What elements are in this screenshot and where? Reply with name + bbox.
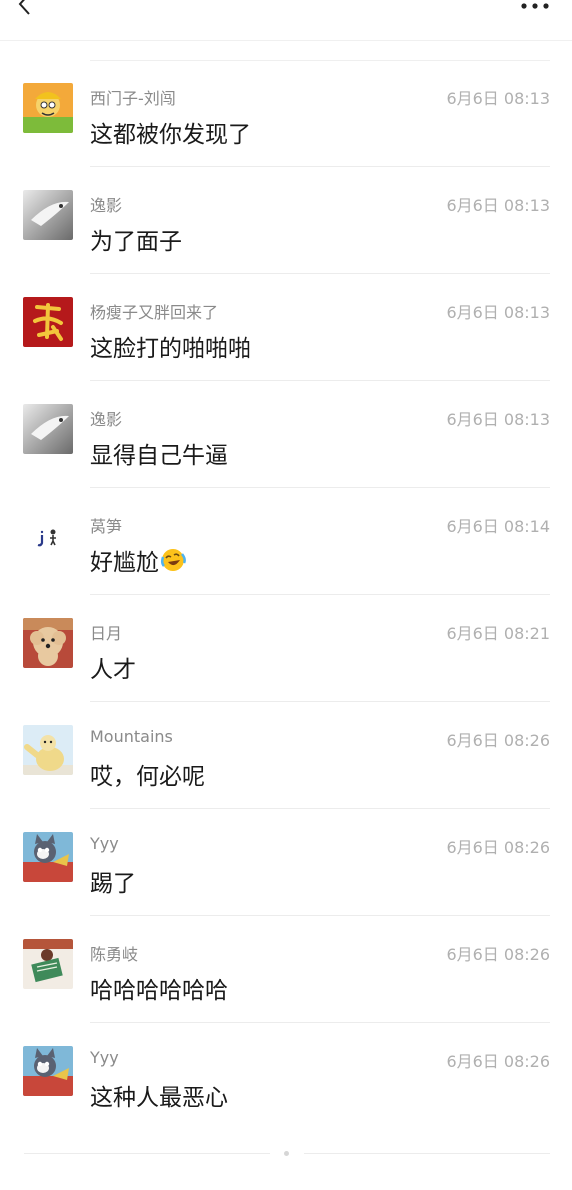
comment-text: 显得自己牛逼 — [90, 436, 228, 470]
comment-text-content: 显得自己牛逼 — [90, 443, 228, 469]
comment-time: 6月6日 08:13 — [446, 303, 550, 322]
red-calligraphy-avatar[interactable] — [23, 297, 73, 347]
comment-text-content: 人才 — [90, 657, 136, 683]
comment-item[interactable]: 日月 6月6日 08:21 人才 — [0, 595, 572, 702]
comment-text-content: 为了面子 — [90, 229, 182, 255]
comment-text-content: 踢了 — [90, 871, 136, 897]
commenter-name[interactable]: 西门子-刘闯 — [90, 85, 176, 109]
tom-cat-avatar[interactable] — [23, 832, 73, 882]
comment-text: 哈哈哈哈哈哈 — [90, 971, 228, 1005]
end-divider — [304, 1153, 550, 1154]
comment-text-content: 哈哈哈哈哈哈 — [90, 978, 228, 1004]
comment-text: 这都被你发现了 — [90, 115, 251, 149]
comment-item[interactable]: 西门子-刘闯 6月6日 08:13 这都被你发现了 — [0, 60, 572, 167]
commenter-name[interactable]: 莴笋 — [90, 513, 122, 537]
comment-item[interactable]: Mountains 6月6日 08:26 哎，何必呢 — [0, 702, 572, 809]
commenter-name[interactable]: 逸影 — [90, 406, 122, 430]
comment-item[interactable]: 莴笋 6月6日 08:14 好尴尬 — [0, 488, 572, 595]
comment-text: 好尴尬 — [90, 543, 186, 577]
comment-time: 6月6日 08:14 — [446, 517, 550, 536]
comment-text: 人才 — [90, 650, 136, 684]
comment-time: 6月6日 08:13 — [446, 196, 550, 215]
polar-bear-avatar[interactable] — [23, 725, 73, 775]
comment-item[interactable]: 逸影 6月6日 08:13 显得自己牛逼 — [0, 381, 572, 488]
comment-text-content: 好尴尬 — [90, 550, 159, 576]
comment-list: 西门子-刘闯 6月6日 08:13 这都被你发现了 逸影 6月6日 08:13 … — [0, 60, 572, 1130]
comment-text-content: 这都被你发现了 — [90, 122, 251, 148]
end-divider — [24, 1153, 270, 1154]
comment-text-content: 哎，何必呢 — [90, 764, 205, 790]
commenter-name[interactable]: 陈勇岐 — [90, 941, 138, 965]
gray-bird-avatar[interactable] — [23, 404, 73, 454]
comment-time: 6月6日 08:21 — [446, 624, 550, 643]
comment-item[interactable]: 杨瘦子又胖回来了 6月6日 08:13 这脸打的啪啪啪 — [0, 274, 572, 381]
chevron-left-icon[interactable] — [14, 0, 38, 16]
comment-text: 这种人最恶心 — [90, 1078, 228, 1112]
comment-item[interactable]: 陈勇岐 6月6日 08:26 哈哈哈哈哈哈 — [0, 916, 572, 1023]
commenter-name[interactable]: 日月 — [90, 620, 122, 644]
reading-person-avatar[interactable] — [23, 939, 73, 989]
laughing-crying-emoji-icon — [160, 549, 186, 571]
comment-text: 哎，何必呢 — [90, 757, 205, 791]
commenter-name[interactable]: Mountains — [90, 727, 173, 746]
comment-time: 6月6日 08:26 — [446, 731, 550, 750]
comment-time: 6月6日 08:13 — [446, 410, 550, 429]
small-figure-avatar[interactable] — [23, 511, 73, 561]
comment-text-content: 这脸打的啪啪啪 — [90, 336, 251, 362]
comment-text: 为了面子 — [90, 222, 182, 256]
gray-bird-avatar[interactable] — [23, 190, 73, 240]
more-dots-icon[interactable] — [520, 2, 550, 10]
comment-item[interactable]: Yyy 6月6日 08:26 这种人最恶心 — [0, 1023, 572, 1130]
end-dot — [284, 1151, 289, 1156]
tom-cat-avatar[interactable] — [23, 1046, 73, 1096]
top-bar — [0, 0, 572, 41]
cartoon-worker-avatar[interactable] — [23, 83, 73, 133]
comment-time: 6月6日 08:26 — [446, 945, 550, 964]
commenter-name[interactable]: 杨瘦子又胖回来了 — [90, 299, 218, 323]
comment-text: 这脸打的啪啪啪 — [90, 329, 251, 363]
commenter-name[interactable]: Yyy — [90, 1048, 119, 1067]
poodle-avatar[interactable] — [23, 618, 73, 668]
comment-item[interactable]: Yyy 6月6日 08:26 踢了 — [0, 809, 572, 916]
comment-time: 6月6日 08:13 — [446, 89, 550, 108]
comment-time: 6月6日 08:26 — [446, 1052, 550, 1071]
comment-text-content: 这种人最恶心 — [90, 1085, 228, 1111]
comment-time: 6月6日 08:26 — [446, 838, 550, 857]
commenter-name[interactable]: 逸影 — [90, 192, 122, 216]
comment-text: 踢了 — [90, 864, 136, 898]
commenter-name[interactable]: Yyy — [90, 834, 119, 853]
comment-item[interactable]: 逸影 6月6日 08:13 为了面子 — [0, 167, 572, 274]
